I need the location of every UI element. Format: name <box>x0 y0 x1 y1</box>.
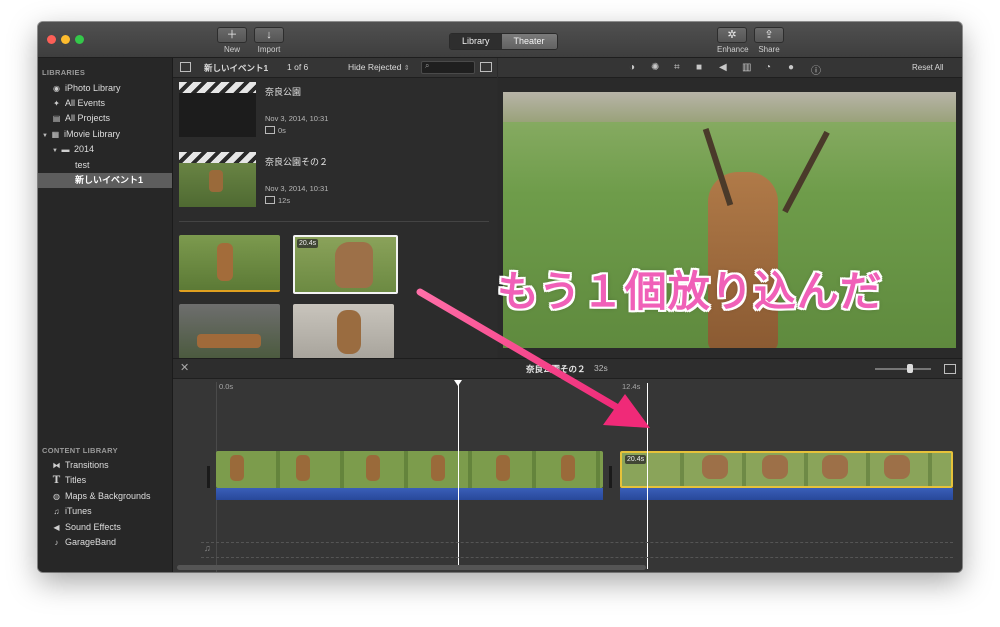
annotation-caption: もう１個放り込んだ <box>497 267 883 316</box>
arrow-head <box>603 394 650 428</box>
